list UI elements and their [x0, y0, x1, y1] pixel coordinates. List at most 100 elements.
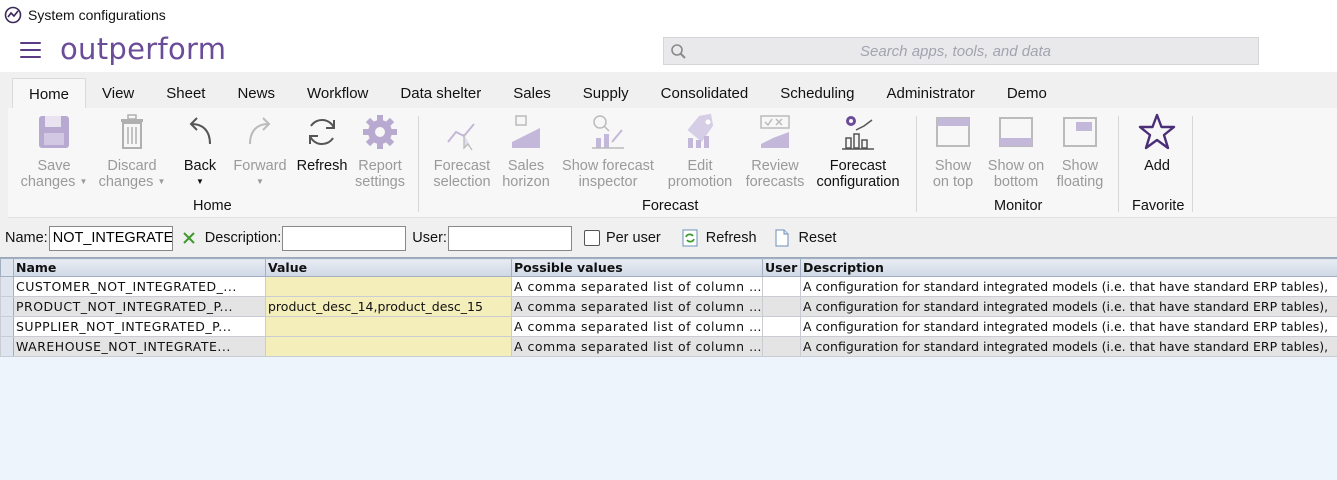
brand-bar: outperform — [0, 30, 1337, 72]
review-forecasts-button[interactable]: Review forecasts — [742, 112, 808, 190]
group-separator — [418, 116, 419, 212]
show-on-bottom-button[interactable]: Show on bottom — [982, 112, 1050, 190]
row-header[interactable] — [0, 296, 14, 317]
tab-scheduling[interactable]: Scheduling — [764, 78, 870, 108]
forecast-configuration-button[interactable]: Forecast configuration — [812, 112, 904, 190]
search-icon — [671, 44, 686, 59]
cell-user[interactable] — [762, 276, 801, 297]
name-label: Name: — [5, 230, 48, 246]
cell-name[interactable]: SUPPLIER_NOT_INTEGRATED_P... — [13, 316, 266, 337]
table-row[interactable]: WAREHOUSE_NOT_INTEGRATE... A comma separ… — [0, 336, 1337, 357]
tab-administrator[interactable]: Administrator — [870, 78, 990, 108]
group-label-monitor: Monitor — [994, 198, 1043, 214]
tab-sales[interactable]: Sales — [497, 78, 567, 108]
window-title: System configurations — [28, 7, 166, 23]
discard-changes-button[interactable]: Discard changes ▼ — [94, 112, 170, 190]
row-header[interactable] — [0, 276, 14, 297]
add-favorite-button[interactable]: Add — [1130, 112, 1184, 174]
forecast-inspector-icon — [592, 115, 624, 149]
table-row[interactable]: SUPPLIER_NOT_INTEGRATED_P... A comma sep… — [0, 316, 1337, 337]
review-forecasts-icon — [760, 115, 790, 148]
forecast-selection-icon — [447, 123, 475, 151]
sales-horizon-icon — [512, 115, 540, 148]
tab-sheet[interactable]: Sheet — [150, 78, 221, 108]
tab-workflow[interactable]: Workflow — [291, 78, 384, 108]
user-label: User: — [412, 230, 447, 246]
edit-promotion-button[interactable]: Edit promotion — [662, 112, 738, 190]
refresh-button[interactable]: Refresh — [294, 112, 350, 174]
forward-button[interactable]: Forward ▼ — [230, 112, 290, 190]
hamburger-menu-icon[interactable] — [20, 42, 41, 58]
user-filter-input[interactable] — [447, 225, 572, 251]
cell-user[interactable] — [762, 296, 801, 317]
column-header-value[interactable]: Value — [265, 258, 512, 277]
cell-description[interactable]: A configuration for standard integrated … — [800, 316, 1337, 337]
ribbon-panel: Save changes ▼ Discard changes ▼ Back ▼ … — [8, 108, 1337, 218]
back-button[interactable]: Back ▼ — [176, 112, 224, 190]
group-label-home: Home — [193, 198, 232, 214]
table-header-row: Name Value Possible values User Descript… — [0, 258, 1337, 277]
tab-data-shelter[interactable]: Data shelter — [384, 78, 497, 108]
tab-home[interactable]: Home — [12, 78, 87, 108]
brand-logo: outperform — [60, 32, 227, 66]
description-label: Description: — [204, 230, 282, 246]
clear-filter-icon[interactable] — [181, 230, 197, 246]
table-row[interactable]: PRODUCT_NOT_INTEGRATED_P... product_desc… — [0, 296, 1337, 317]
back-arrow-icon — [189, 117, 211, 145]
cell-value[interactable] — [265, 316, 512, 337]
cell-description[interactable]: A configuration for standard integrated … — [800, 276, 1337, 297]
configurations-table: Name Value Possible values User Descript… — [0, 258, 1337, 357]
refresh-small-icon[interactable] — [681, 229, 699, 247]
tab-consolidated[interactable]: Consolidated — [645, 78, 765, 108]
forecast-selection-button[interactable]: Forecast selection — [428, 112, 496, 190]
cell-name[interactable]: PRODUCT_NOT_INTEGRATED_P... — [13, 296, 266, 317]
tab-supply[interactable]: Supply — [567, 78, 645, 108]
save-changes-button[interactable]: Save changes ▼ — [18, 112, 90, 190]
search-box[interactable] — [663, 37, 1259, 65]
row-header[interactable] — [0, 336, 14, 357]
sales-horizon-button[interactable]: Sales horizon — [498, 112, 554, 190]
cell-possible-values[interactable]: A comma separated list of column n... — [511, 336, 763, 357]
cell-description[interactable]: A configuration for standard integrated … — [800, 296, 1337, 317]
cell-value[interactable] — [265, 276, 512, 297]
tab-view[interactable]: View — [86, 78, 150, 108]
cell-name[interactable]: WAREHOUSE_NOT_INTEGRATE... — [13, 336, 266, 357]
cell-possible-values[interactable]: A comma separated list of column n... — [511, 316, 763, 337]
show-floating-button[interactable]: Show floating — [1052, 112, 1108, 190]
show-on-top-button[interactable]: Show on top — [926, 112, 980, 190]
column-header-user[interactable]: User — [762, 258, 801, 277]
cell-user[interactable] — [762, 336, 801, 357]
outperform-logo-icon — [4, 6, 22, 24]
per-user-label: Per user — [605, 230, 661, 246]
report-settings-button[interactable]: Report settings — [352, 112, 408, 190]
window-top-icon — [936, 117, 970, 147]
column-header-possible-values[interactable]: Possible values — [511, 258, 763, 277]
ribbon-tabs: Home View Sheet News Workflow Data shelt… — [0, 78, 1337, 108]
cell-possible-values[interactable]: A comma separated list of column n... — [511, 276, 763, 297]
group-separator — [1192, 116, 1193, 212]
forecast-configuration-icon — [842, 116, 874, 150]
reset-link[interactable]: Reset — [799, 230, 837, 246]
column-header-name[interactable]: Name — [13, 258, 266, 277]
row-header[interactable] — [0, 316, 14, 337]
cell-possible-values[interactable]: A comma separated list of column n... — [511, 296, 763, 317]
cell-description[interactable]: A configuration for standard integrated … — [800, 336, 1337, 357]
tab-demo[interactable]: Demo — [991, 78, 1063, 108]
refresh-link[interactable]: Refresh — [706, 230, 757, 246]
search-input[interactable] — [664, 38, 1258, 64]
group-separator — [1118, 116, 1119, 212]
cell-value[interactable] — [265, 336, 512, 357]
gear-icon — [363, 115, 397, 149]
cell-name[interactable]: CUSTOMER_NOT_INTEGRATED_... — [13, 276, 266, 297]
show-forecast-inspector-button[interactable]: Show forecast inspector — [558, 112, 658, 190]
cell-user[interactable] — [762, 316, 801, 337]
per-user-checkbox[interactable] — [583, 230, 600, 246]
name-filter-input[interactable] — [48, 225, 173, 251]
save-icon — [39, 116, 69, 148]
reset-icon[interactable] — [773, 229, 791, 247]
column-header-description[interactable]: Description — [800, 258, 1337, 277]
table-row[interactable]: CUSTOMER_NOT_INTEGRATED_... A comma sepa… — [0, 276, 1337, 297]
description-filter-input[interactable] — [282, 225, 407, 251]
cell-value[interactable]: product_desc_14,product_desc_15 — [265, 296, 512, 317]
tab-news[interactable]: News — [221, 78, 291, 108]
